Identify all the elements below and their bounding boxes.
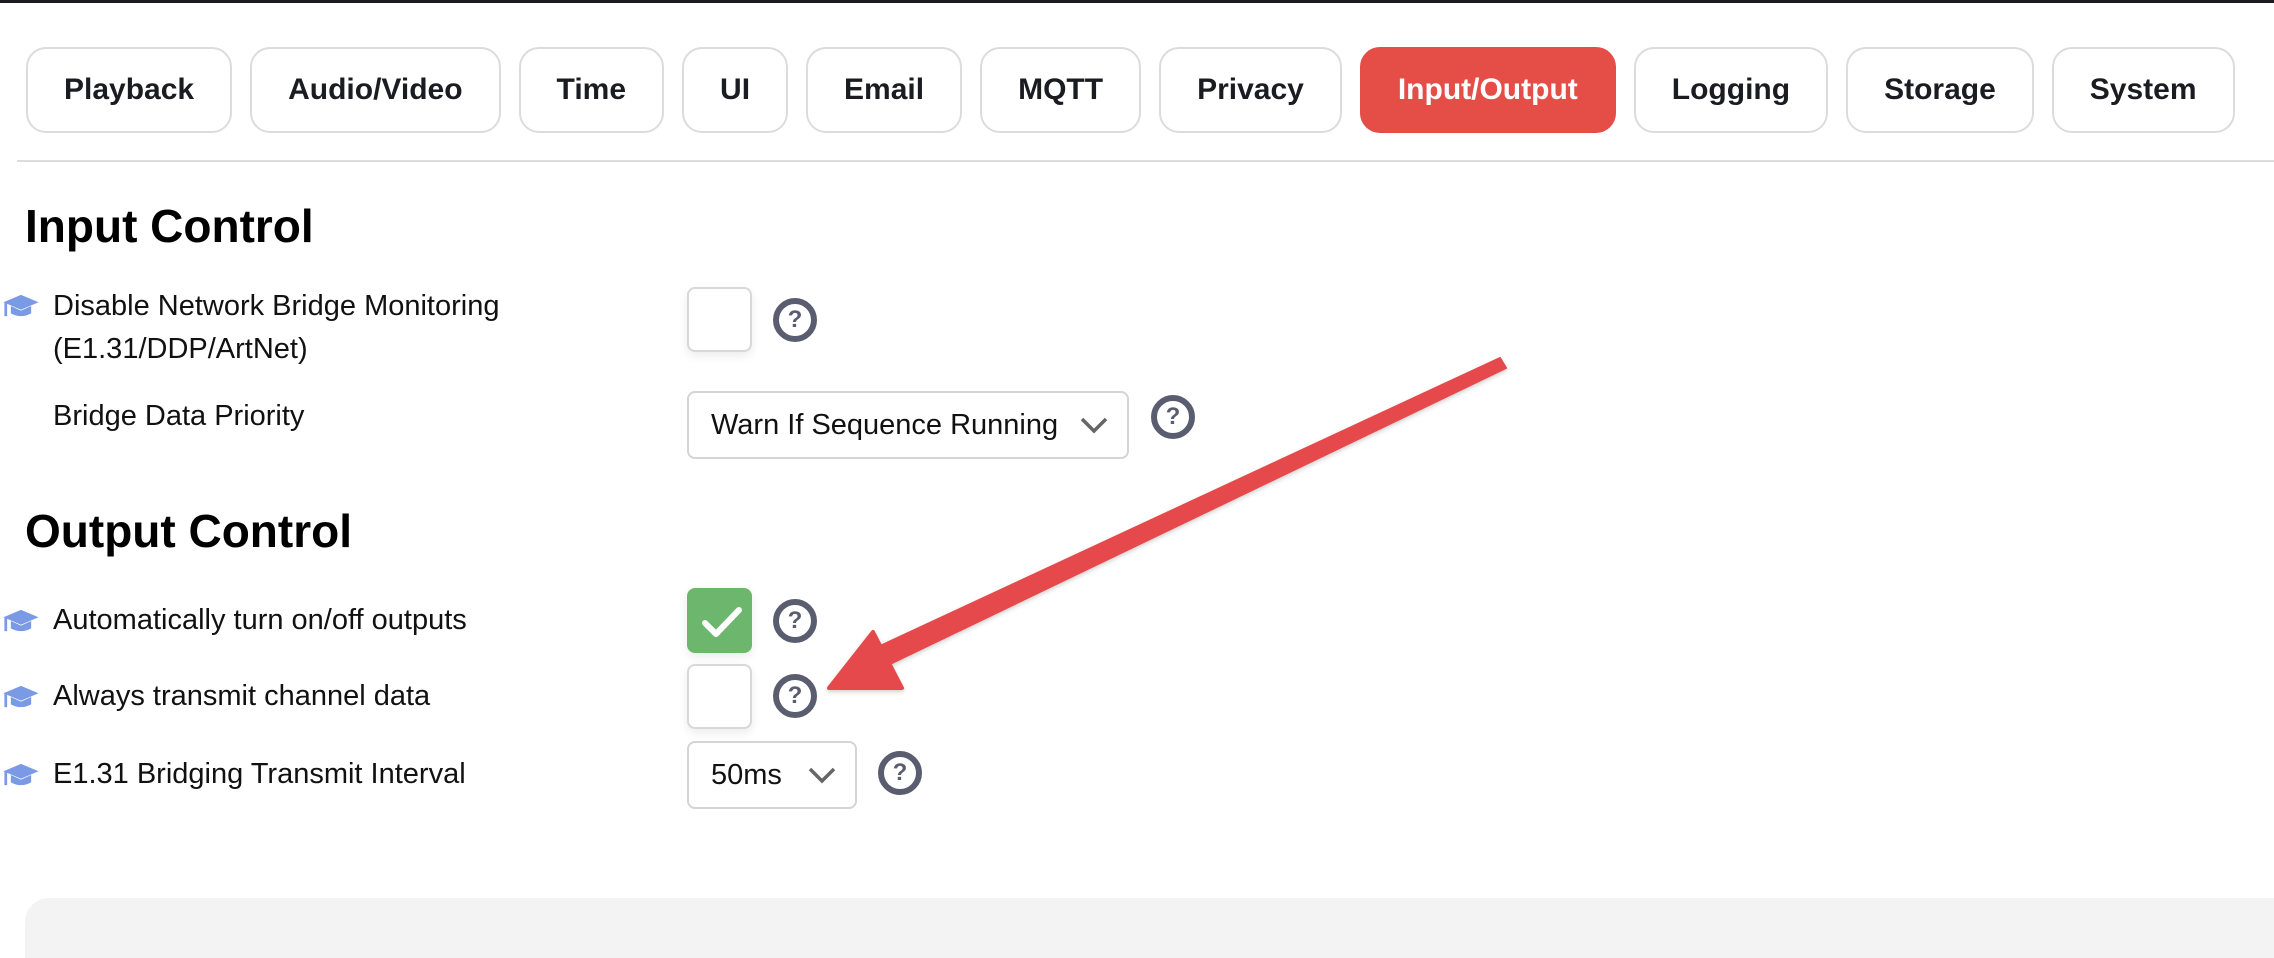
top-border [0,0,2274,3]
auto-outputs-checkbox[interactable] [687,588,752,653]
chevron-down-icon [808,767,836,784]
always-transmit-label: Always transmit channel data [53,680,431,712]
help-icon[interactable]: ? [773,674,817,718]
help-icon[interactable]: ? [878,751,922,795]
tab-ui[interactable]: UI [682,47,789,133]
disable-bridge-monitoring-label: Disable Network Bridge Monitoring (E1.31… [53,285,499,371]
tab-storage[interactable]: Storage [1846,47,2034,133]
graduation-cap-icon [3,609,39,632]
tab-input-output[interactable]: Input/Output [1359,47,1616,133]
input-control-heading: Input Control [25,200,314,252]
bridge-data-priority-select[interactable]: Warn If Sequence Running [687,391,1129,459]
bottom-panel [25,898,2274,958]
graduation-cap-icon [3,685,39,708]
tab-playback[interactable]: Playback [26,47,233,133]
tab-email[interactable]: Email [806,47,963,133]
graduation-cap-icon [3,294,39,317]
transmit-interval-label: E1.31 Bridging Transmit Interval [53,758,466,790]
tab-system[interactable]: System [2051,47,2235,133]
graduation-cap-icon [3,763,39,786]
select-value: 50ms [711,758,782,791]
tab-mqtt[interactable]: MQTT [980,47,1142,133]
tabs-divider [17,160,2274,162]
checkmark-icon [702,607,742,637]
transmit-interval-select[interactable]: 50ms [687,741,857,809]
tab-time[interactable]: Time [518,47,665,133]
bridge-data-priority-label: Bridge Data Priority [53,400,305,432]
select-value: Warn If Sequence Running [711,408,1059,441]
label-line-2: (E1.31/DDP/ArtNet) [53,333,308,365]
tab-audio-video[interactable]: Audio/Video [250,47,501,133]
chevron-down-icon [1080,417,1108,434]
output-control-heading: Output Control [25,505,353,557]
settings-tabs: Playback Audio/Video Time UI Email MQTT … [26,47,2235,133]
disable-bridge-monitoring-checkbox[interactable] [687,287,752,352]
auto-outputs-label: Automatically turn on/off outputs [53,604,467,636]
always-transmit-checkbox[interactable] [687,664,752,729]
help-icon[interactable]: ? [773,298,817,342]
tab-logging[interactable]: Logging [1633,47,1829,133]
help-icon[interactable]: ? [773,599,817,643]
tab-privacy[interactable]: Privacy [1159,47,1342,133]
label-line-1: Disable Network Bridge Monitoring [53,290,500,322]
help-icon[interactable]: ? [1151,395,1195,439]
